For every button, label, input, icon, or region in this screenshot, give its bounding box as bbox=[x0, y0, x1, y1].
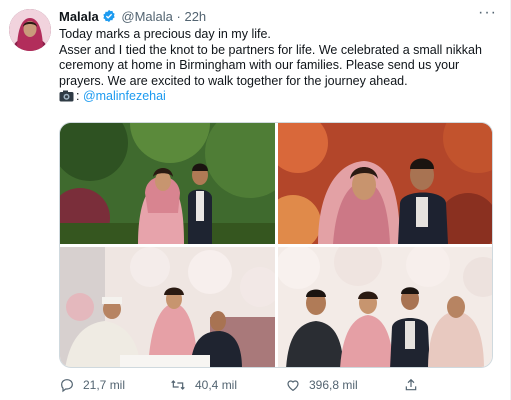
photo-couple-autumn[interactable] bbox=[278, 123, 492, 244]
author-name[interactable]: Malala bbox=[59, 9, 99, 24]
tweet-text: Today marks a precious day in my life. A… bbox=[59, 27, 499, 105]
tweet-header: Malala @Malala · 22h bbox=[59, 8, 503, 26]
photo-nikkah-signing[interactable] bbox=[60, 247, 275, 367]
avatar[interactable] bbox=[9, 9, 51, 51]
like-count: 396,8 mil bbox=[309, 378, 358, 392]
tweet-card[interactable]: Malala @Malala · 22h ··· Today marks a p… bbox=[0, 0, 511, 400]
photo-couple-garden[interactable] bbox=[60, 123, 275, 244]
heart-icon bbox=[287, 380, 299, 392]
media-grid bbox=[59, 122, 493, 368]
like-button[interactable]: 396,8 mil bbox=[285, 374, 358, 396]
camera-icon bbox=[59, 90, 74, 102]
tweet-text-line: Asser and I tied the knot to be partners… bbox=[59, 42, 482, 88]
share-icon bbox=[405, 378, 417, 391]
tweet-actions: 21,7 mil 40,4 mil 396,8 mil bbox=[59, 374, 499, 396]
reply-button[interactable]: 21,7 mil bbox=[59, 374, 125, 396]
tweet-text-line: Today marks a precious day in my life. bbox=[59, 27, 271, 41]
share-button[interactable] bbox=[403, 374, 427, 396]
verified-badge-icon bbox=[102, 9, 116, 23]
photo-credit: : @malinfezehai bbox=[59, 89, 499, 105]
photo-family-group[interactable] bbox=[278, 247, 492, 367]
reply-count: 21,7 mil bbox=[83, 378, 126, 392]
retweet-button[interactable]: 40,4 mil bbox=[169, 374, 237, 396]
tweet-time[interactable]: 22h bbox=[184, 9, 206, 24]
credit-prefix: : bbox=[76, 89, 83, 103]
more-options-icon[interactable]: ··· bbox=[478, 4, 497, 22]
separator-dot: · bbox=[176, 9, 181, 24]
retweet-icon bbox=[171, 380, 185, 390]
author-handle[interactable]: @Malala bbox=[121, 9, 173, 24]
credit-mention-link[interactable]: @malinfezehai bbox=[83, 89, 166, 103]
reply-icon bbox=[61, 379, 73, 393]
retweet-count: 40,4 mil bbox=[195, 378, 238, 392]
